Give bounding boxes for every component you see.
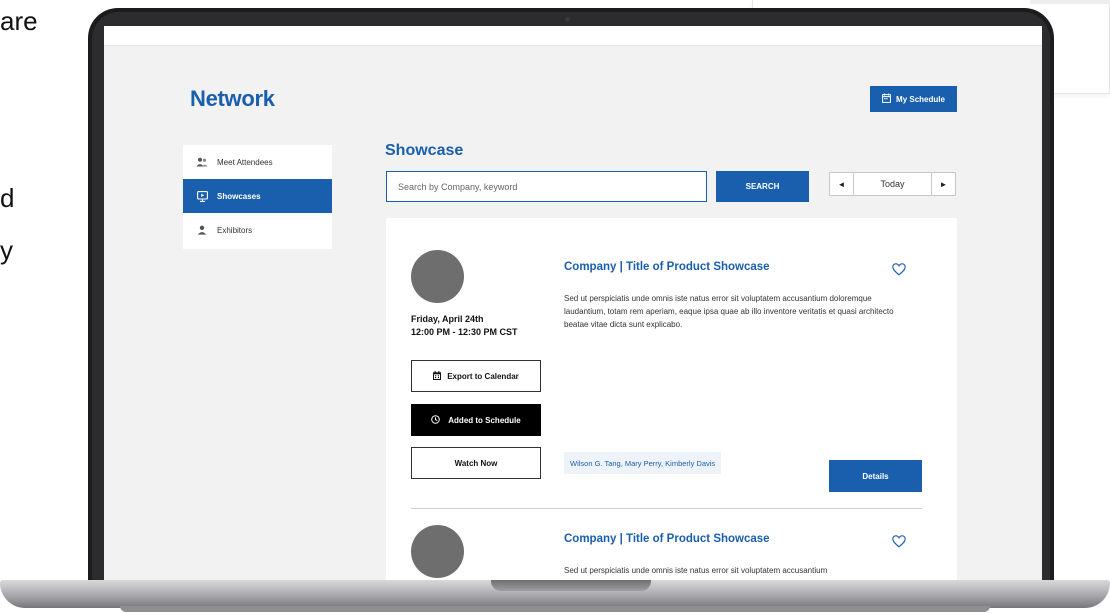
section-title: Showcase xyxy=(385,142,464,159)
calendar-icon xyxy=(433,370,442,382)
page-title: Network xyxy=(190,86,275,111)
export-to-calendar-button[interactable]: Export to Calendar xyxy=(411,360,541,392)
slide: are d y Network My Schedule Meet Attende… xyxy=(0,0,1110,614)
showcase-description: Sed ut perspiciatis unde omnis iste natu… xyxy=(564,294,894,329)
laptop-hinge-notch xyxy=(491,580,651,591)
heart-icon[interactable] xyxy=(892,263,906,276)
showcase-title[interactable]: Company | Title of Product Showcase xyxy=(564,533,770,545)
showcase-icon xyxy=(196,190,208,202)
added-label: Added to Schedule xyxy=(448,415,521,425)
laptop-screen: Network My Schedule Meet Attendees Showc… xyxy=(104,26,1042,582)
export-label: Export to Calendar xyxy=(447,371,519,381)
speakers-list[interactable]: Wilson G. Tang, Mary Perry, Kimberly Dav… xyxy=(564,452,722,474)
my-schedule-button[interactable]: My Schedule xyxy=(870,86,957,112)
showcase-list: Friday, April 24th 12:00 PM - 12:30 PM C… xyxy=(386,218,957,582)
background-text-fragment: y xyxy=(0,235,13,265)
background-text-fragment: are xyxy=(0,6,38,36)
showcase-description: Sed ut perspiciatis unde omnis iste natu… xyxy=(564,566,828,575)
date-navigator: ◄ Today ► xyxy=(829,172,956,196)
sidebar-item-label: Meet Attendees xyxy=(217,157,273,167)
company-avatar xyxy=(411,525,464,578)
previous-day-button[interactable]: ◄ xyxy=(830,173,854,195)
next-day-button[interactable]: ► xyxy=(931,173,955,195)
divider xyxy=(411,508,922,509)
showcase-time: 12:00 PM - 12:30 PM CST xyxy=(411,327,518,337)
camera-icon xyxy=(565,17,570,22)
my-schedule-label: My Schedule xyxy=(896,94,945,104)
clock-icon xyxy=(431,414,441,426)
date-label: Today xyxy=(880,179,905,189)
company-avatar xyxy=(411,250,464,303)
showcase-title[interactable]: Company | Title of Product Showcase xyxy=(564,261,770,273)
background-card-strip xyxy=(1030,0,1110,4)
site-top-bar xyxy=(104,26,1042,46)
laptop-base-shadow xyxy=(120,606,990,612)
sidebar-item-exhibitors[interactable]: Exhibitors xyxy=(183,213,332,247)
sidebar-item-meet-attendees[interactable]: Meet Attendees xyxy=(183,145,332,179)
sidebar-item-label: Exhibitors xyxy=(217,225,253,235)
person-icon xyxy=(196,224,208,236)
calendar-icon xyxy=(882,93,891,105)
heart-icon[interactable] xyxy=(892,535,906,548)
added-to-schedule-button[interactable]: Added to Schedule xyxy=(411,404,541,436)
attendees-icon xyxy=(196,156,208,168)
sidebar-item-label: Showcases xyxy=(217,191,261,201)
sidebar: Meet Attendees Showcases Exhibitors xyxy=(183,145,332,249)
search-button[interactable]: SEARCH xyxy=(716,171,809,202)
background-text-fragment: d xyxy=(0,183,15,213)
watch-now-button[interactable]: Watch Now xyxy=(411,447,541,479)
search-input[interactable] xyxy=(386,171,707,202)
details-button[interactable]: Details xyxy=(829,460,922,492)
showcase-date: Friday, April 24th xyxy=(411,314,484,324)
sidebar-item-showcases[interactable]: Showcases xyxy=(183,179,332,213)
